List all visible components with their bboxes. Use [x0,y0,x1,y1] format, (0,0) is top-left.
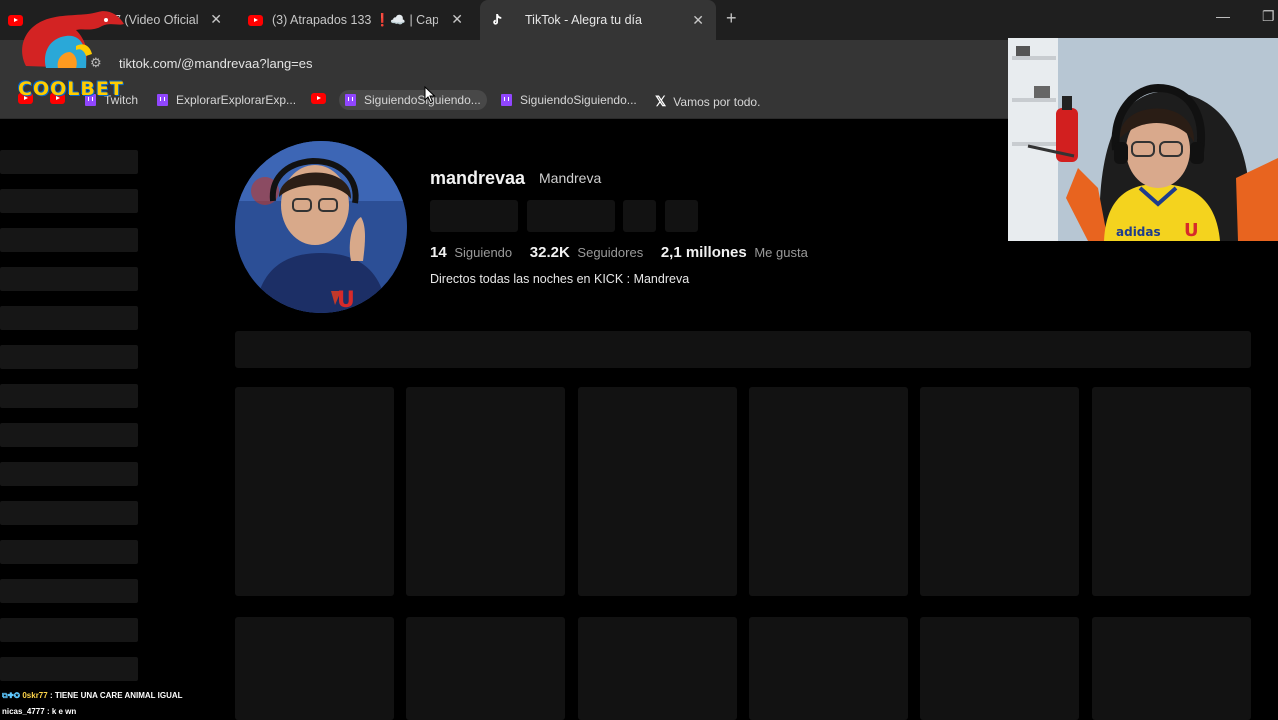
profile-username: mandrevaa [430,168,526,188]
chat-message: ⧉✚✪ 0skr77 : TIENE UNA CARE ANIMAL IGUAL [2,691,183,701]
maximize-icon[interactable]: ❐ [1262,8,1275,25]
sidebar-item-placeholder [0,423,138,447]
content-tabs-placeholder [235,331,1251,368]
url-text[interactable]: tiktok.com/@mandrevaa?lang=es [119,56,313,71]
video-card-placeholder[interactable] [1092,387,1251,596]
sidebar-item-placeholder [0,189,138,213]
bookmark-siguiendo-2[interactable]: SiguiendoSiguiendo... [501,93,637,107]
sidebar-item-placeholder [0,228,138,252]
sidebar-item-placeholder [0,384,138,408]
video-card-placeholder[interactable] [920,617,1079,720]
likes-label: Me gusta [754,245,808,260]
bookmark-x[interactable]: 𝕏 Vamos por todo. [655,93,760,110]
sidebar-item-placeholder [0,462,138,486]
sidebar-item-placeholder [0,345,138,369]
video-card-placeholder[interactable] [578,387,737,596]
profile-stats: 14 Siguiendo 32.2K Seguidores 2,1 millon… [430,244,808,261]
chat-text: : TIENE UNA CARE ANIMAL IGUAL [49,691,183,700]
bookmark-explorar[interactable]: ExplorarExplorarExp... [157,93,296,107]
followers-count: 32.2K [529,244,570,261]
close-tab-icon[interactable]: ✕ [692,12,704,29]
action-button-placeholder[interactable] [623,200,656,232]
new-tab-button[interactable]: + [726,8,737,29]
tab-tiktok[interactable]: TikTok - Alegra tu día ✕ [480,0,716,40]
svg-text:U: U [337,288,355,313]
svg-text:U: U [1184,220,1199,241]
dinosaur-mascot-icon [22,11,124,68]
minimize-icon[interactable]: — [1216,8,1230,24]
webcam-feed: adidas U [1008,38,1278,241]
bookmark-label: ExplorarExplorarExp... [176,93,297,107]
coolbet-logo: COOLBET [6,6,136,100]
sidebar-item-placeholder [0,150,138,174]
action-button-placeholder[interactable] [665,200,698,232]
video-card-placeholder[interactable] [920,387,1079,596]
video-card-placeholder[interactable] [235,387,394,596]
follow-button-placeholder[interactable] [430,200,518,232]
profile-nickname: Mandreva [539,170,602,186]
tab-title: TikTok - Alegra tu día [525,13,642,27]
youtube-icon [248,14,263,26]
chat-text: : k e wn [46,707,77,716]
following-label[interactable]: Siguiendo [454,245,512,260]
tiktok-icon [493,14,502,25]
sidebar-item-placeholder [0,501,138,525]
sidebar-item-placeholder [0,579,138,603]
close-tab-icon[interactable]: ✕ [451,11,463,28]
browser-tab-bar: 7 (Video Oficial ✕ (3) Atrapados 133 ❗☁️… [0,0,1278,40]
avatar-photo: U [235,141,407,313]
sidebar-item-placeholder [0,540,138,564]
sidebar-item-placeholder [0,657,138,681]
sidebar-skeleton [0,120,140,681]
twitch-icon [157,94,168,106]
video-card-placeholder[interactable] [749,387,908,596]
bookmark-youtube-3[interactable] [311,93,335,104]
profile-avatar[interactable]: U [235,141,407,313]
bookmark-label: Vamos por todo. [673,94,761,109]
video-card-placeholder[interactable] [1092,617,1251,720]
sidebar-item-placeholder [0,618,138,642]
svg-text:adidas: adidas [1116,225,1161,239]
webcam-overlay: adidas U [1008,38,1278,241]
chat-username: 0skr77 [22,691,48,700]
likes-count: 2,1 millones [660,244,747,261]
youtube-icon [311,93,326,104]
video-card-placeholder[interactable] [578,617,737,720]
bookmark-label: SiguiendoSiguiendo... [520,93,637,107]
twitch-icon [345,94,356,106]
video-card-placeholder[interactable] [406,387,565,596]
chat-badges-icon: ⧉✚✪ [2,691,21,700]
chat-message: nicas_4777 : k e wn [2,707,76,716]
twitch-icon [501,94,512,106]
bookmark-siguiendo-1[interactable]: SiguiendoSiguiendo... [339,90,487,110]
bookmarks-bar: Twitch ExplorarExplorarExp... SiguiendoS… [0,84,1008,119]
x-icon: 𝕏 [655,93,667,109]
video-card-placeholder[interactable] [235,617,394,720]
following-count: 14 [430,244,447,261]
tab-title: (3) Atrapados 133 ❗☁️ | Capítulo [272,12,438,27]
close-tab-icon[interactable]: ✕ [210,11,222,28]
chat-username: nicas_4777 [2,707,45,716]
bookmark-label: SiguiendoSiguiendo... [364,93,481,107]
tab-atrapados[interactable]: (3) Atrapados 133 ❗☁️ | Capítulo ✕ [240,5,472,35]
profile-bio: Directos todas las noches en KICK : Mand… [430,272,690,286]
mouse-cursor-icon [424,86,436,104]
video-card-placeholder[interactable] [749,617,908,720]
video-card-placeholder[interactable] [406,617,565,720]
sidebar-item-placeholder [0,267,138,291]
address-bar[interactable]: ⚙ tiktok.com/@mandrevaa?lang=es [0,40,1008,84]
coolbet-logo-text: COOLBET [18,78,124,100]
sidebar-item-placeholder [0,306,138,330]
message-button-placeholder[interactable] [527,200,615,232]
followers-label[interactable]: Seguidores [577,245,643,260]
